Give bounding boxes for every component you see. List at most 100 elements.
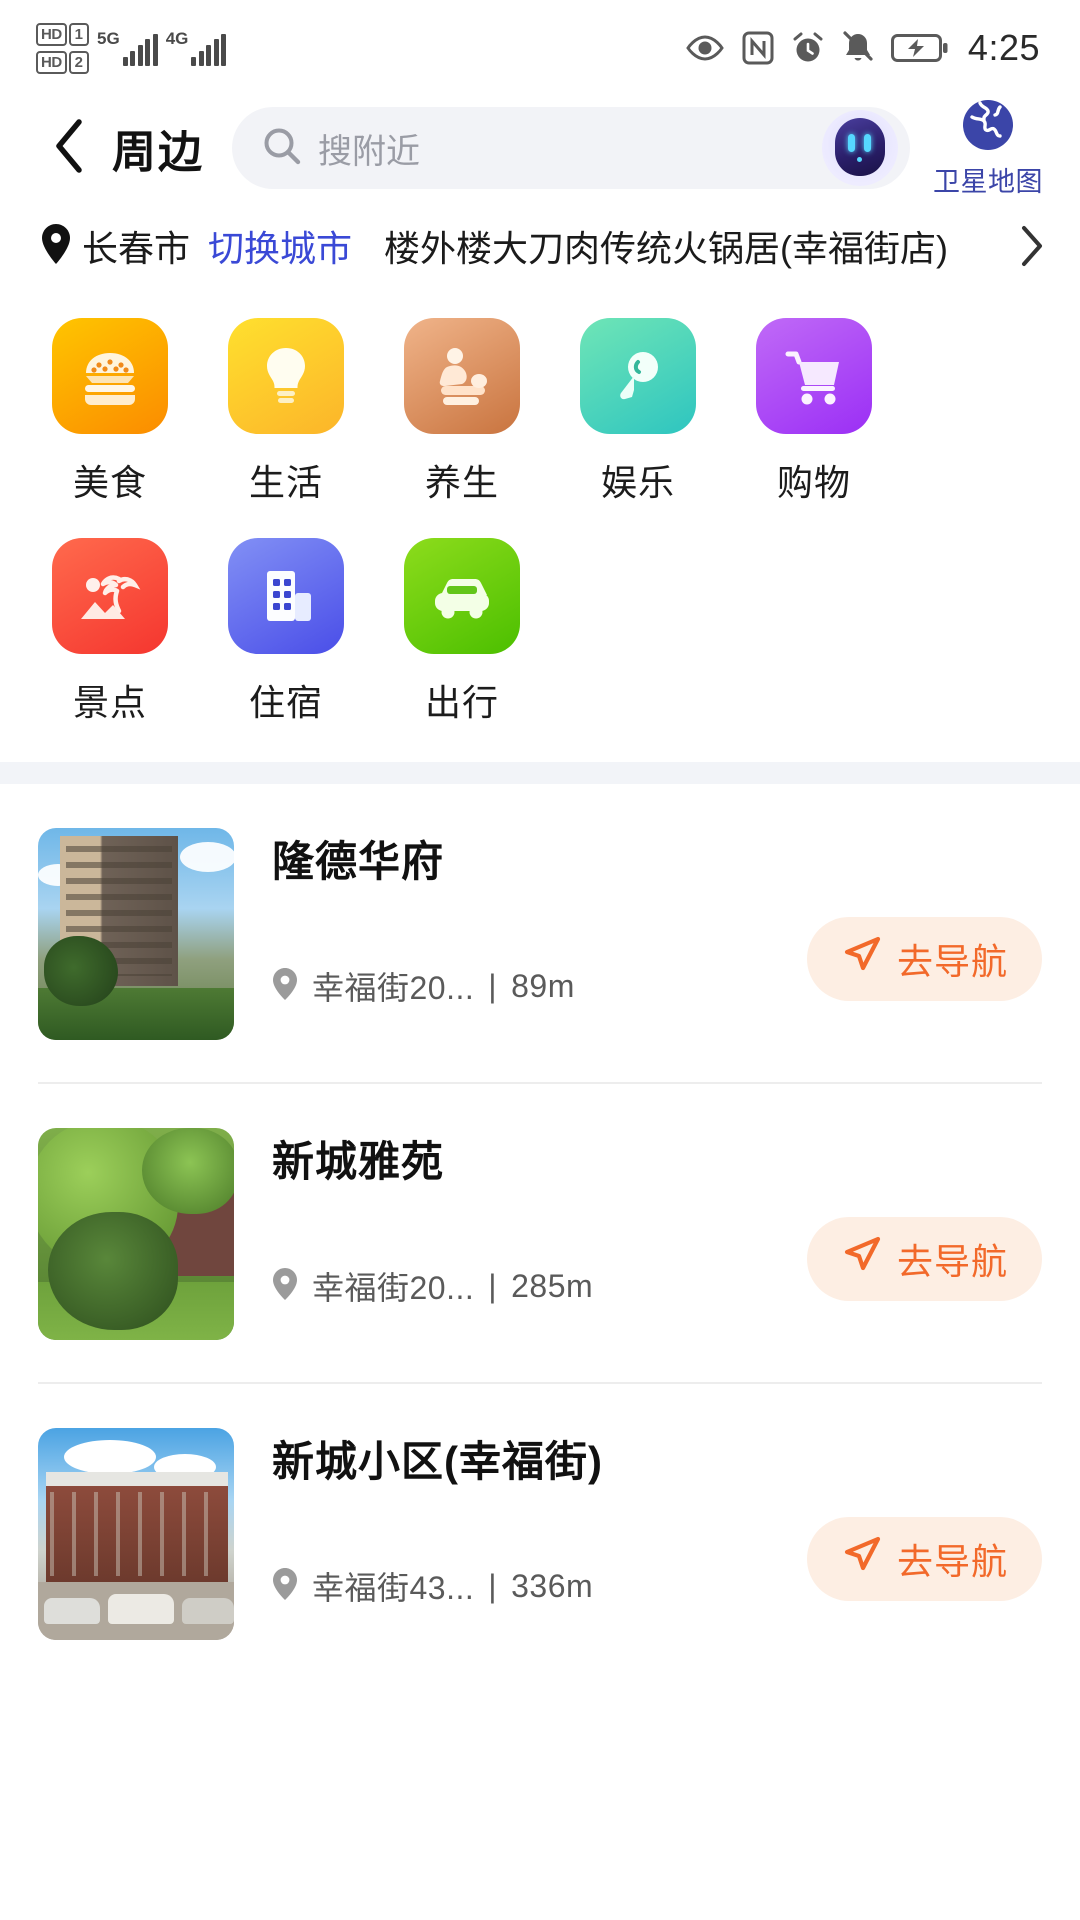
- location-pin-icon: [272, 1567, 298, 1606]
- network-type-1: 5G: [97, 29, 120, 48]
- status-bar: HD 1 HD 2 5G 4G 4:25: [0, 0, 1080, 96]
- sim-indicators: HD 1 HD 2: [36, 22, 90, 74]
- navigate-label: 去导航: [896, 1541, 1008, 1582]
- sim2-number: 2: [68, 50, 90, 74]
- back-button[interactable]: [40, 118, 98, 179]
- category-grid: 美食 生活 养生 娱乐 购物 景点 住宿 出行: [0, 292, 1080, 762]
- category-label: 美食: [72, 462, 147, 503]
- navigate-label: 去导航: [896, 941, 1008, 982]
- category-item-wellness[interactable]: 养生: [374, 318, 550, 506]
- location-pin-icon: [272, 967, 298, 1006]
- category-item-transport[interactable]: 出行: [374, 538, 550, 726]
- poi-address: 幸福街20...: [312, 970, 475, 1006]
- list-item[interactable]: 新城小区(幸福街) 幸福街43... | 336m 去导航: [38, 1382, 1042, 1682]
- current-poi[interactable]: 楼外楼大刀肉传统火锅居(幸福街店): [384, 220, 1002, 272]
- top-nav-bar: 周边 搜附近 卫星地图: [0, 96, 1080, 200]
- poi-info: 新城雅苑 幸福街20... | 285m 去导航: [234, 1128, 1042, 1309]
- signal-2: 4G: [166, 30, 227, 66]
- poi-thumbnail: [38, 1128, 234, 1340]
- poi-info: 隆德华府 幸福街20... | 89m 去导航: [234, 828, 1042, 1009]
- category-label: 养生: [424, 462, 499, 503]
- category-item-life[interactable]: 生活: [198, 318, 374, 506]
- poi-thumbnail: [38, 828, 234, 1040]
- alarm-icon: [791, 31, 825, 65]
- signal-bars-icon: [122, 34, 158, 66]
- list-item[interactable]: 隆德华府 幸福街20... | 89m 去导航: [38, 784, 1042, 1082]
- list-item[interactable]: 新城雅苑 幸福街20... | 285m 去导航: [38, 1082, 1042, 1382]
- poi-name: 隆德华府: [272, 838, 445, 885]
- sim2-hd-label: HD: [36, 50, 67, 74]
- eye-care-icon: [685, 33, 725, 63]
- sim1-number: 1: [68, 22, 90, 46]
- category-spacer-2: [726, 538, 902, 726]
- poi-distance: 336m: [511, 1567, 594, 1604]
- category-label: 购物: [776, 462, 851, 503]
- search-icon: [262, 126, 302, 171]
- poi-distance-separator: |: [488, 1567, 498, 1604]
- category-label: 住宿: [248, 682, 323, 723]
- navigate-button[interactable]: 去导航: [806, 1217, 1042, 1301]
- palm-beach-icon: [52, 538, 168, 654]
- cart-icon: [756, 318, 872, 434]
- lightbulb-icon: [228, 318, 344, 434]
- navigate-label: 去导航: [896, 1241, 1008, 1282]
- poi-distance: 285m: [511, 1267, 594, 1304]
- poi-distance-separator: |: [488, 967, 498, 1004]
- poi-name: 新城小区(幸福街): [272, 1438, 603, 1485]
- building-icon: [228, 538, 344, 654]
- search-bar[interactable]: 搜附近: [232, 107, 910, 189]
- sim1-indicator: HD 1: [36, 22, 90, 46]
- location-pin-icon: [40, 223, 72, 270]
- category-item-attractions[interactable]: 景点: [22, 538, 198, 726]
- category-row-2: 景点 住宿 出行: [0, 538, 1080, 726]
- sim1-hd-label: HD: [36, 22, 67, 46]
- section-divider: [0, 762, 1080, 784]
- status-bar-right: 4:25: [685, 27, 1040, 69]
- search-input[interactable]: 搜附近: [318, 124, 806, 173]
- category-item-lodging[interactable]: 住宿: [198, 538, 374, 726]
- category-item-shopping[interactable]: 购物: [726, 318, 902, 506]
- burger-icon: [52, 318, 168, 434]
- poi-thumbnail: [38, 1428, 234, 1640]
- current-city: 长春市: [82, 228, 191, 269]
- category-spacer: [550, 538, 726, 726]
- status-clock: 4:25: [967, 27, 1040, 68]
- navigate-button[interactable]: 去导航: [806, 917, 1042, 1001]
- poi-distance-separator: |: [488, 1267, 498, 1304]
- location-pin-icon: [272, 1267, 298, 1306]
- satellite-map-button[interactable]: 卫星地图: [924, 97, 1052, 199]
- page-title: 周边: [112, 128, 204, 177]
- massage-icon: [404, 318, 520, 434]
- globe-icon: [960, 97, 1016, 158]
- microphone-icon: [580, 318, 696, 434]
- category-item-food[interactable]: 美食: [22, 318, 198, 506]
- ai-robot-icon[interactable]: [822, 110, 898, 186]
- poi-info: 新城小区(幸福街) 幸福街43... | 336m 去导航: [234, 1428, 1042, 1609]
- chevron-left-icon: [52, 118, 86, 179]
- signal-1: 5G: [97, 30, 158, 66]
- navigate-icon: [841, 1234, 883, 1285]
- navigate-icon: [841, 934, 883, 985]
- satellite-map-label: 卫星地图: [933, 167, 1043, 197]
- chevron-right-icon[interactable]: [1012, 224, 1052, 268]
- navigate-icon: [841, 1534, 883, 1585]
- poi-name: 新城雅苑: [272, 1138, 445, 1185]
- category-row-1: 美食 生活 养生 娱乐 购物: [0, 318, 1080, 506]
- sim2-indicator: HD 2: [36, 50, 90, 74]
- category-label: 生活: [248, 462, 323, 503]
- poi-address: 幸福街20...: [312, 1270, 475, 1306]
- location-bar[interactable]: 长春市 切换城市 楼外楼大刀肉传统火锅居(幸福街店): [0, 200, 1080, 292]
- poi-address: 幸福街43...: [312, 1570, 475, 1606]
- car-icon: [404, 538, 520, 654]
- category-label: 出行: [424, 682, 499, 723]
- poi-list: 隆德华府 幸福街20... | 89m 去导航 新城雅苑 幸福街20... | …: [0, 784, 1080, 1682]
- navigate-button[interactable]: 去导航: [806, 1517, 1042, 1601]
- category-item-entertainment[interactable]: 娱乐: [550, 318, 726, 506]
- nfc-icon: [742, 31, 774, 65]
- category-label: 景点: [72, 682, 147, 723]
- network-type-2: 4G: [165, 29, 189, 48]
- signal-bars-icon-2: [191, 34, 227, 66]
- category-label: 娱乐: [600, 462, 675, 503]
- switch-city-link[interactable]: 切换城市: [208, 220, 352, 272]
- battery-charging-icon: [890, 33, 949, 63]
